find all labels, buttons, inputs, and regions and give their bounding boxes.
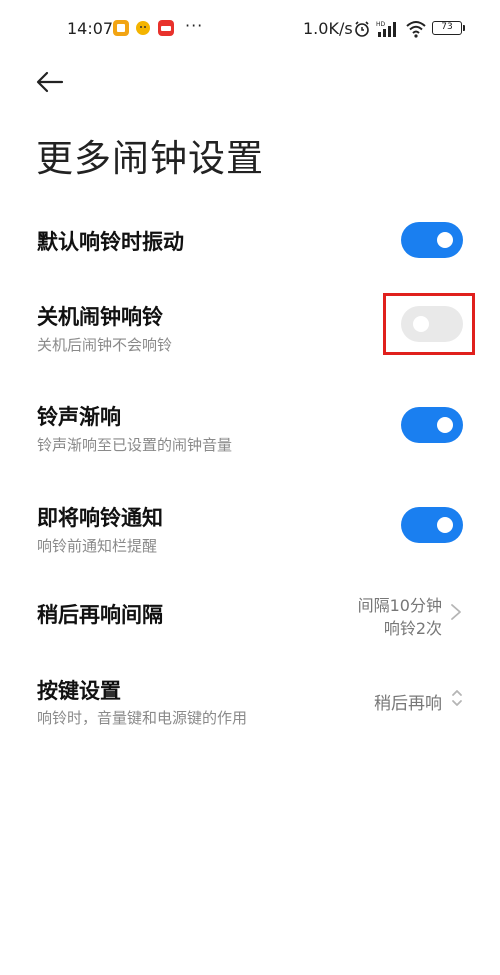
upcoming-notification-toggle[interactable] — [401, 507, 463, 543]
chevron-up-down-icon — [452, 690, 462, 706]
setting-button-behavior[interactable]: 按键设置 响铃时，音量键和电源键的作用 稍后再响 — [0, 674, 500, 734]
highlight-box — [383, 293, 475, 355]
alarm-icon — [353, 20, 371, 42]
signal-icon: HD — [376, 20, 400, 42]
setting-title: 按键设置 — [37, 679, 121, 703]
battery-tip — [463, 25, 465, 31]
button-behavior-value: 稍后再响 — [374, 694, 442, 714]
chevron-right-icon — [451, 604, 461, 620]
setting-title: 稍后再响间隔 — [37, 603, 163, 627]
more-notifications-icon: ··· — [185, 16, 204, 35]
setting-subtitle: 关机后闹钟不会响铃 — [37, 336, 173, 354]
status-time: 14:07 — [67, 19, 114, 38]
back-arrow-icon — [36, 71, 64, 93]
toggle-knob — [437, 517, 453, 533]
setting-title: 关机闹钟响铃 — [37, 305, 163, 329]
notes-app-icon — [113, 20, 129, 36]
wifi-icon — [405, 20, 427, 42]
page-title: 更多闹钟设置 — [36, 137, 264, 180]
setting-subtitle: 响铃前通知栏提醒 — [37, 537, 158, 555]
setting-snooze-interval[interactable]: 稍后再响间隔 间隔10分钟 响铃2次 — [0, 588, 500, 638]
snooze-count-value: 响铃2次 — [383, 619, 442, 638]
gradual-ring-toggle[interactable] — [401, 407, 463, 443]
toggle-knob — [437, 232, 453, 248]
setting-subtitle: 铃声渐响至已设置的闹钟音量 — [37, 436, 233, 454]
svg-text:HD: HD — [376, 21, 386, 28]
back-button[interactable] — [34, 68, 66, 96]
setting-title: 即将响铃通知 — [37, 506, 163, 530]
setting-title: 铃声渐响 — [37, 405, 121, 429]
network-speed: 1.0K/s — [303, 19, 353, 38]
snooze-interval-value: 间隔10分钟 — [357, 596, 442, 615]
setting-subtitle: 响铃时，音量键和电源键的作用 — [37, 709, 248, 727]
vibrate-toggle[interactable] — [401, 222, 463, 258]
setting-vibrate-on-ring: 默认响铃时振动 — [0, 220, 500, 260]
chat-app-icon — [135, 20, 151, 36]
shop-app-icon — [158, 20, 174, 36]
setting-gradual-ring: 铃声渐响 铃声渐响至已设置的闹钟音量 — [0, 396, 500, 456]
toggle-knob — [437, 417, 453, 433]
setting-upcoming-notification: 即将响铃通知 响铃前通知栏提醒 — [0, 497, 500, 557]
battery-icon: 73 — [432, 21, 462, 35]
status-bar: 14:07 ··· 1.0K/s HD 73 — [0, 0, 500, 60]
setting-title: 默认响铃时振动 — [37, 230, 184, 254]
